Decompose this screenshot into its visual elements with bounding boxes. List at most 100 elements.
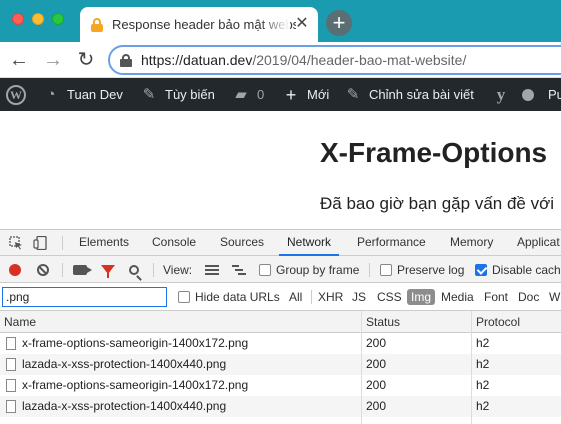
url-path: /2019/04/header-bao-mat-website/: [252, 52, 467, 68]
tab-sources[interactable]: Sources: [220, 230, 264, 256]
reload-button[interactable]: ↻: [74, 48, 98, 72]
request-protocol: h2: [476, 336, 490, 350]
clear-button[interactable]: [37, 256, 49, 283]
yoast-menu[interactable]: y: [492, 78, 517, 111]
column-header-status[interactable]: Status: [362, 311, 400, 333]
toolbar-divider: [369, 263, 370, 277]
group-by-frame-checkbox[interactable]: [259, 263, 271, 276]
filter-type-img[interactable]: Img: [407, 283, 436, 311]
table-row[interactable]: lazada-x-xss-protection-1400x440.png 200…: [0, 396, 561, 417]
filter-type-media[interactable]: Media: [441, 283, 474, 311]
tab-divider: [62, 236, 63, 250]
filter-type-xhr[interactable]: XHR: [318, 283, 343, 311]
request-status: 200: [366, 336, 387, 350]
tab-title-fade: [260, 7, 290, 42]
clear-icon: [37, 263, 49, 276]
filter-type-all[interactable]: All: [289, 283, 302, 311]
file-icon: [6, 400, 16, 413]
wp-logo-menu[interactable]: W: [6, 78, 26, 111]
filter-type-doc[interactable]: Doc: [518, 283, 539, 311]
request-name: x-frame-options-sameorigin-1400x172.png: [22, 378, 249, 392]
wordpress-logo-icon: W: [6, 84, 26, 105]
filter-icon: [101, 265, 115, 278]
search-button[interactable]: [129, 256, 139, 283]
url-text[interactable]: https://datuan.dev/2019/04/header-bao-ma…: [141, 52, 466, 68]
overview-button[interactable]: [232, 256, 246, 283]
large-rows-button[interactable]: [205, 256, 219, 283]
customize-label: Tùy biến: [165, 87, 215, 102]
requests-table-body: x-frame-options-sameorigin-1400x172.png …: [0, 333, 561, 417]
zoom-window-button[interactable]: [52, 13, 64, 25]
network-filter-bar: Hide data URLs All XHR JS CSS Img Media …: [0, 283, 561, 311]
filter-toggle-button[interactable]: [101, 256, 115, 283]
hide-data-urls-toggle[interactable]: Hide data URLs: [178, 283, 280, 311]
request-protocol: h2: [476, 399, 490, 413]
edit-post-link[interactable]: ✎ Chỉnh sửa bài viết: [344, 78, 474, 111]
request-name: x-frame-options-sameorigin-1400x172.png: [22, 336, 249, 350]
back-button[interactable]: ←: [7, 48, 31, 72]
filter-input[interactable]: [2, 287, 167, 307]
tab-elements[interactable]: Elements: [79, 230, 129, 256]
secure-lock-icon[interactable]: [120, 53, 132, 67]
browser-tab-active[interactable]: Response header bảo mật website ✕: [80, 7, 318, 42]
tab-console[interactable]: Console: [152, 230, 196, 256]
tab-performance[interactable]: Performance: [357, 230, 426, 256]
inspect-element-icon[interactable]: [9, 230, 23, 256]
brush-icon: ✎: [142, 85, 156, 103]
disable-cache-toggle[interactable]: Disable cach: [475, 256, 561, 283]
column-header-protocol[interactable]: Protocol: [472, 311, 520, 333]
request-protocol: h2: [476, 378, 490, 392]
comments-link[interactable]: ▰ 0: [232, 78, 264, 111]
request-protocol: h2: [476, 357, 490, 371]
hide-data-urls-checkbox[interactable]: [178, 291, 190, 303]
comment-icon: ▰: [235, 85, 247, 103]
tab-application[interactable]: Applicat: [517, 230, 560, 256]
record-button[interactable]: [9, 256, 21, 283]
close-tab-icon[interactable]: ✕: [294, 16, 310, 32]
forward-button[interactable]: →: [41, 48, 65, 72]
status-dot-icon: [522, 88, 534, 101]
minimize-window-button[interactable]: [32, 13, 44, 25]
address-bar[interactable]: https://datuan.dev/2019/04/header-bao-ma…: [108, 45, 561, 75]
tab-strip: Response header bảo mật website ✕ +: [0, 0, 561, 42]
site-name-menu[interactable]: ◔ Tuan Dev: [42, 78, 123, 111]
table-row[interactable]: lazada-x-xss-protection-1400x440.png 200…: [0, 354, 561, 375]
url-domain: datuan.dev: [183, 52, 253, 68]
filter-type-ws[interactable]: W: [549, 283, 560, 311]
request-status: 200: [366, 357, 387, 371]
dashboard-icon: ◔: [46, 85, 56, 103]
url-scheme: https://: [141, 52, 184, 68]
device-toolbar-icon[interactable]: [33, 230, 49, 256]
filter-type-js[interactable]: JS: [352, 283, 366, 311]
table-row[interactable]: x-frame-options-sameorigin-1400x172.png …: [0, 333, 561, 354]
devtools-panel: Elements Console Sources Network Perform…: [0, 229, 561, 424]
site-name: Tuan Dev: [67, 87, 123, 102]
camera-icon: [73, 264, 92, 275]
plus-icon: +: [285, 84, 297, 105]
request-name: lazada-x-xss-protection-1400x440.png: [22, 399, 227, 413]
filter-type-font[interactable]: Font: [484, 283, 508, 311]
wp-admin-bar: W ◔ Tuan Dev ✎ Tùy biến ▰ 0 + Mới ✎ Chỉn…: [0, 78, 561, 111]
new-content-menu[interactable]: + Mới: [282, 78, 330, 111]
truncated-menu[interactable]: Pu: [548, 78, 561, 111]
capture-screenshots-button[interactable]: [73, 256, 92, 283]
column-divider[interactable]: [361, 311, 362, 424]
preserve-log-toggle[interactable]: Preserve log: [380, 256, 464, 283]
new-tab-button[interactable]: +: [326, 10, 352, 36]
preserve-log-checkbox[interactable]: [380, 263, 392, 276]
tab-memory[interactable]: Memory: [450, 230, 493, 256]
tab-network[interactable]: Network: [279, 230, 340, 256]
column-header-name[interactable]: Name: [0, 311, 36, 333]
pencil-icon: ✎: [346, 85, 360, 103]
group-by-frame-toggle[interactable]: Group by frame: [259, 256, 359, 283]
close-window-button[interactable]: [12, 13, 24, 25]
table-row[interactable]: x-frame-options-sameorigin-1400x172.png …: [0, 375, 561, 396]
status-dot-menu[interactable]: [522, 78, 534, 111]
browser-toolbar: ← → ↻ https://datuan.dev/2019/04/header-…: [0, 42, 561, 78]
column-divider[interactable]: [471, 311, 472, 424]
filter-type-css[interactable]: CSS: [377, 283, 402, 311]
view-label: View:: [163, 262, 193, 277]
requests-table-header: Name Status Protocol: [0, 311, 561, 333]
customize-link[interactable]: ✎ Tùy biến: [140, 78, 215, 111]
disable-cache-checkbox[interactable]: [475, 263, 487, 276]
